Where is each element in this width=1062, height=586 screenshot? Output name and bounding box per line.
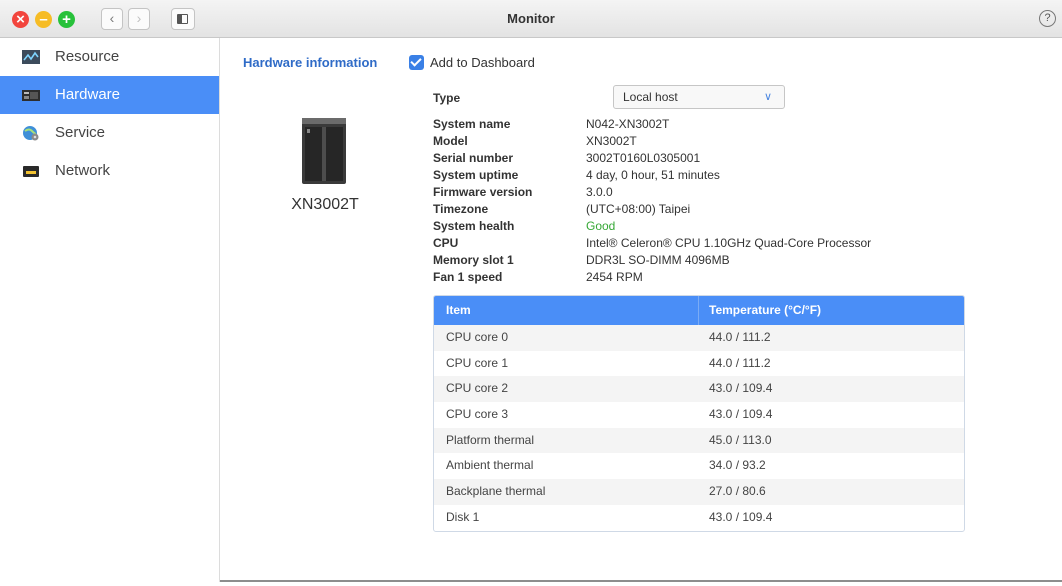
info-row-uptime: System uptime 4 day, 0 hour, 51 minutes bbox=[433, 167, 871, 184]
monitor-window: × – + ‹ › Monitor ? Resource Hardware Se… bbox=[0, 0, 1062, 582]
sidebar: Resource Hardware Service Network bbox=[0, 38, 220, 582]
sidebar-item-service[interactable]: Service bbox=[0, 114, 219, 152]
info-value: 3.0.0 bbox=[586, 185, 613, 199]
sidebar-item-resource[interactable]: Resource bbox=[0, 38, 219, 76]
title-bar: × – + ‹ › Monitor ? bbox=[0, 0, 1062, 38]
status-badge: Good bbox=[586, 219, 616, 233]
network-icon bbox=[23, 166, 39, 177]
cell-item: CPU core 3 bbox=[446, 407, 509, 422]
info-key: Fan 1 speed bbox=[433, 270, 503, 284]
sidebar-item-label: Service bbox=[55, 124, 106, 141]
table-row: CPU core 1 44.0 / 111.2 bbox=[434, 351, 964, 377]
cell-item: Ambient thermal bbox=[446, 458, 534, 473]
info-key: Timezone bbox=[433, 202, 489, 216]
info-key: System health bbox=[433, 219, 515, 233]
sidebar-item-label: Resource bbox=[55, 48, 120, 65]
cell-item: Disk 1 bbox=[446, 509, 480, 524]
column-header-temperature[interactable]: Temperature (°C/°F) bbox=[709, 296, 821, 325]
info-key: Model bbox=[433, 134, 468, 148]
cell-temperature: 43.0 / 109.4 bbox=[709, 381, 773, 396]
info-key: Serial number bbox=[433, 151, 514, 165]
table-row: Backplane thermal 27.0 / 80.6 bbox=[434, 479, 964, 505]
cell-temperature: 43.0 / 109.4 bbox=[709, 407, 773, 422]
info-value: Intel® Celeron® CPU 1.10GHz Quad-Core Pr… bbox=[586, 236, 872, 250]
nas-device-image bbox=[302, 118, 346, 184]
sidebar-item-label: Hardware bbox=[55, 86, 121, 103]
info-row-health: System health Good bbox=[433, 218, 871, 235]
window-title: Monitor bbox=[507, 11, 555, 26]
page-title: Hardware information bbox=[243, 55, 378, 70]
info-row-fan: Fan 1 speed 2454 RPM bbox=[433, 269, 871, 286]
cell-item: CPU core 2 bbox=[446, 381, 509, 396]
type-select[interactable]: Local host ∨ bbox=[613, 85, 785, 109]
cell-temperature: 45.0 / 113.0 bbox=[709, 432, 772, 447]
cell-item: CPU core 0 bbox=[446, 330, 509, 344]
info-value: 4 day, 0 hour, 51 minutes bbox=[586, 168, 720, 182]
info-row-memory: Memory slot 1 DDR3L SO-DIMM 4096MB bbox=[433, 252, 871, 269]
info-value: 3002T0160L0305001 bbox=[586, 151, 701, 165]
chevron-down-icon: ∨ bbox=[763, 91, 772, 103]
sidebar-item-network[interactable]: Network bbox=[0, 152, 219, 190]
table-row: Platform thermal 45.0 / 113.0 bbox=[434, 427, 964, 454]
table-body: CPU core 0 44.0 / 111.2 CPU core 1 44.0 / … bbox=[434, 325, 964, 531]
service-globe-icon bbox=[23, 126, 39, 141]
cell-item: Platform thermal bbox=[446, 432, 535, 447]
info-row-timezone: Timezone (UTC+08:00) Taipei bbox=[433, 201, 871, 218]
info-value: XN3002T bbox=[586, 134, 637, 148]
table-row: Ambient thermal 34.0 / 93.2 bbox=[434, 453, 964, 479]
info-key: System uptime bbox=[433, 168, 519, 182]
checkbox-checked-icon[interactable] bbox=[409, 55, 424, 70]
info-key: System name bbox=[433, 117, 511, 131]
cell-temperature: 34.0 / 93.2 bbox=[709, 458, 766, 473]
hardware-icon bbox=[22, 90, 40, 101]
table-row: CPU core 3 43.0 / 109.4 bbox=[434, 402, 964, 428]
info-row-model: Model XN3002T bbox=[433, 133, 871, 150]
info-value: N042-XN3002T bbox=[586, 117, 670, 131]
type-label: Type bbox=[433, 91, 461, 105]
add-to-dashboard-checkbox[interactable]: Add to Dashboard bbox=[409, 55, 535, 70]
column-header-item[interactable]: Item bbox=[446, 296, 471, 325]
table-row: CPU core 0 44.0 / 111.2 bbox=[434, 325, 964, 351]
help-icon[interactable]: ? bbox=[1039, 10, 1056, 27]
cell-temperature: 44.0 / 111.2 bbox=[709, 355, 771, 370]
info-value: DDR3L SO-DIMM 4096MB bbox=[586, 253, 730, 267]
info-row-cpu: CPU Intel® Celeron® CPU 1.10GHz Quad-Core… bbox=[433, 235, 871, 252]
table-row: Disk 1 43.0 / 109.4 bbox=[434, 505, 964, 531]
cell-temperature: 44.0 / 111.2 bbox=[709, 330, 771, 344]
system-info-list: System name N042-XN3002T Model XN3002T Ser… bbox=[433, 116, 871, 286]
cell-item: Backplane thermal bbox=[446, 484, 546, 499]
resource-chart-icon bbox=[22, 50, 40, 64]
main-content: Hardware information Add to Dashboard XN… bbox=[220, 38, 1062, 582]
sidebar-item-hardware[interactable]: Hardware bbox=[0, 76, 219, 114]
type-select-value: Local host bbox=[623, 90, 678, 104]
info-value: (UTC+08:00) Taipei bbox=[586, 202, 691, 216]
info-row-system-name: System name N042-XN3002T bbox=[433, 116, 871, 133]
info-row-firmware: Firmware version 3.0.0 bbox=[433, 184, 871, 201]
cell-temperature: 43.0 / 109.4 bbox=[709, 509, 773, 524]
info-key: Firmware version bbox=[433, 185, 533, 199]
add-to-dashboard-label: Add to Dashboard bbox=[430, 55, 535, 70]
temperature-table: Item Temperature (°C/°F) CPU core 0 44.0 … bbox=[433, 295, 965, 532]
cell-item: CPU core 1 bbox=[446, 355, 509, 370]
info-key: Memory slot 1 bbox=[433, 253, 514, 267]
device-name: XN3002T bbox=[291, 196, 359, 213]
info-value: 2454 RPM bbox=[586, 270, 643, 284]
info-row-serial: Serial number 3002T0160L0305001 bbox=[433, 150, 871, 167]
table-row: CPU core 2 43.0 / 109.4 bbox=[434, 376, 964, 403]
info-key: CPU bbox=[433, 236, 459, 250]
cell-temperature: 27.0 / 80.6 bbox=[709, 484, 766, 499]
table-header: Item Temperature (°C/°F) bbox=[434, 296, 964, 325]
column-divider bbox=[698, 296, 699, 325]
sidebar-item-label: Network bbox=[55, 162, 111, 179]
